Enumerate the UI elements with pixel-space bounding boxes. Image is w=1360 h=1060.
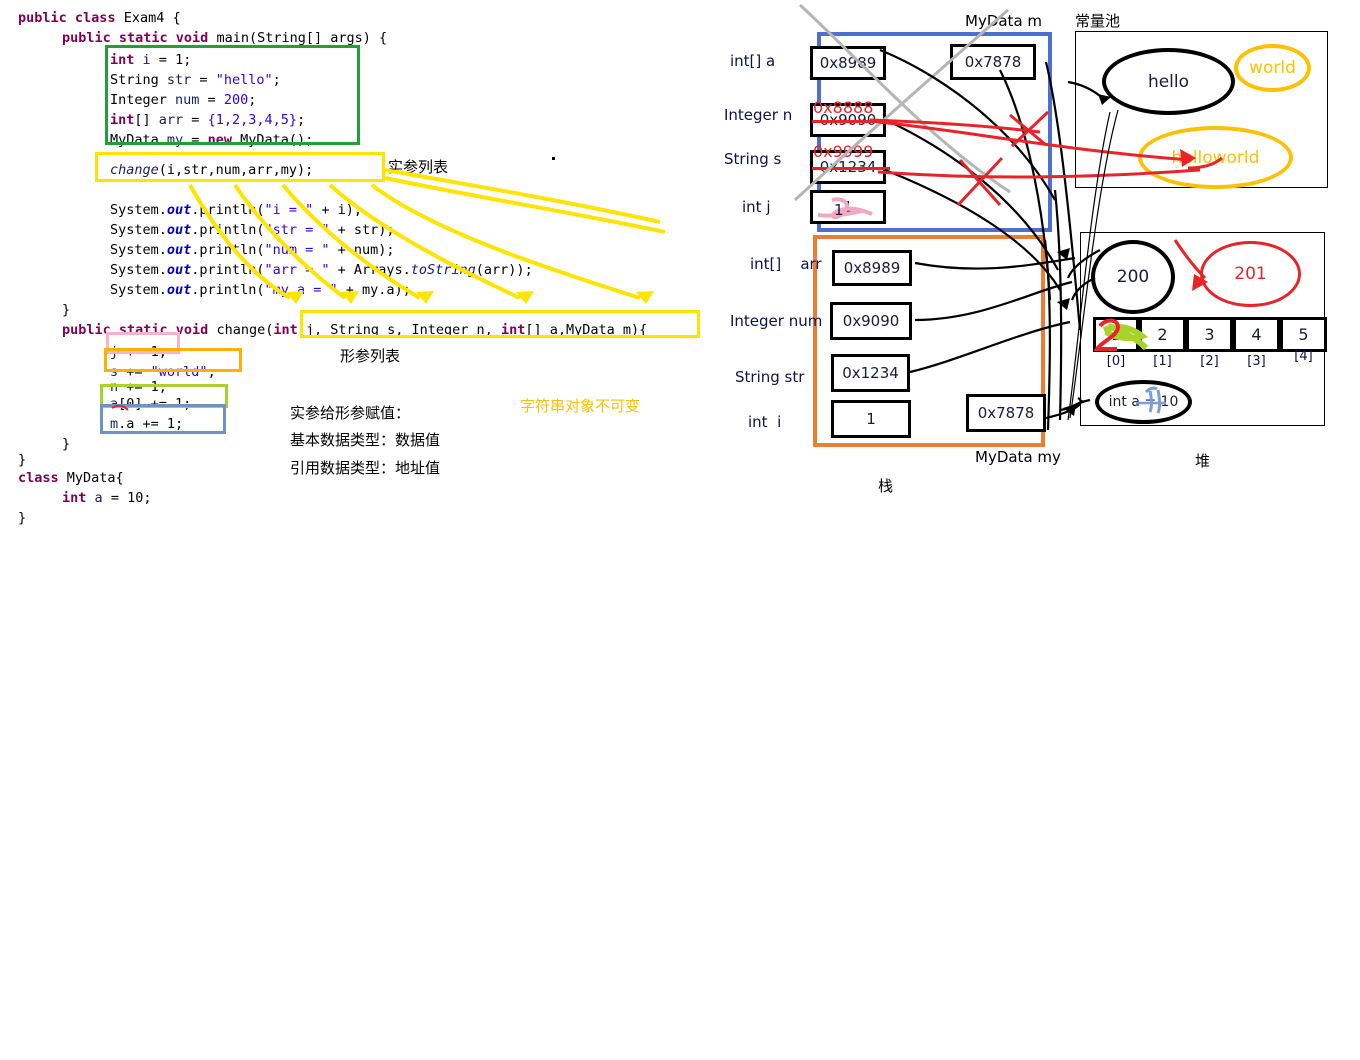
- code-line: }: [62, 302, 71, 318]
- array-index-2: [2]: [1200, 354, 1219, 369]
- var-label-integer-num: Integer num: [730, 312, 823, 330]
- code-line: Integer num = 200;: [110, 92, 257, 108]
- annotation-string-immutable: 字符串对象不可变: [520, 397, 641, 415]
- slot-a-value: 0x8989: [810, 46, 886, 80]
- heap-integer-201: 201: [1200, 241, 1301, 307]
- slot-n-new-value: 0x8888: [813, 98, 874, 117]
- code-line: System.out.println("i = " + i);: [110, 202, 363, 218]
- array-cell-1: 2: [1139, 317, 1186, 352]
- code-line: System.out.println("num = " + num);: [110, 242, 395, 258]
- var-label-string-s: String s: [724, 150, 782, 168]
- heap-mydata-object: int a = 10: [1095, 380, 1192, 424]
- heap-integer-200: 200: [1091, 240, 1175, 314]
- memory-model-diagram: MyData m int[] a 0x8989 Integer n 0x9090…: [700, 0, 1360, 605]
- annotation-assign-reference: 引用数据类型：地址值: [290, 459, 441, 477]
- slot-my-value: 0x7878: [966, 394, 1046, 432]
- slot-num-value: 0x9090: [830, 302, 912, 340]
- array-cell-4: 5: [1280, 317, 1327, 352]
- annotation-actual-param-list: 实参列表: [388, 158, 449, 176]
- constant-helloworld: helloworld: [1138, 126, 1293, 189]
- code-line: System.out.println("str = " + str);: [110, 222, 395, 238]
- array-index-4: [4]: [1294, 349, 1313, 364]
- array-cell-2: 3: [1186, 317, 1233, 352]
- code-line: class MyData{: [18, 470, 124, 486]
- code-line: int a = 10;: [62, 490, 152, 506]
- java-code-panel: public class Exam4 { public static void …: [0, 0, 720, 540]
- annotation-assign-primitive: 基本数据类型：数据值: [290, 431, 441, 449]
- code-line: }: [18, 510, 27, 526]
- slot-j-value: 1: [810, 190, 886, 224]
- var-label-int-j: int j: [742, 198, 771, 216]
- array-cell-3: 4: [1233, 317, 1280, 352]
- heap-caption: 堆: [1195, 452, 1211, 470]
- array-index-3: [3]: [1247, 354, 1266, 369]
- annotation-assign-title: 实参给形参赋值：: [290, 404, 411, 422]
- annotation-formal-param-list: 形参列表: [340, 347, 401, 365]
- code-line: j += 1;: [110, 344, 167, 360]
- array-cell-0: 1: [1093, 317, 1139, 352]
- var-label-string-str: String str: [735, 368, 805, 386]
- code-line: change(i,str,num,arr,my);: [110, 162, 314, 178]
- code-line: public static void main(String[] args) {: [62, 30, 388, 46]
- code-line: int[] arr = {1,2,3,4,5};: [110, 112, 306, 128]
- var-label-int-i: int i: [748, 413, 782, 431]
- var-label-int-array-arr: int[] arr: [750, 255, 822, 273]
- code-line: String str = "hello";: [110, 72, 281, 88]
- slot-arr-value: 0x8989: [832, 250, 912, 286]
- var-label-integer-n: Integer n: [724, 106, 793, 124]
- slot-i-value: 1: [831, 400, 911, 438]
- constant-pool-caption: 常量池: [1075, 12, 1121, 30]
- slot-n-strikethrough: [812, 120, 886, 123]
- code-line: }: [18, 452, 27, 468]
- constant-world: world: [1234, 44, 1311, 92]
- var-label-int-array-a: int[] a: [730, 52, 776, 70]
- code-line: public class Exam4 {: [18, 10, 181, 26]
- code-line: }: [62, 436, 71, 452]
- slot-s-strikethrough: [812, 167, 890, 170]
- slot-str-value: 0x1234: [831, 354, 910, 392]
- code-line: a[0] += 1;: [110, 396, 192, 412]
- stack-caption: 栈: [878, 477, 894, 495]
- code-line: int i = 1;: [110, 52, 192, 68]
- change-frame-title: MyData m: [965, 12, 1043, 30]
- slot-s-new-value: 0x9999: [813, 142, 874, 161]
- code-line: System.out.println("my.a = " + my.a);: [110, 282, 411, 298]
- slot-m-value: 0x7878: [950, 44, 1036, 80]
- code-line: m.a += 1;: [110, 416, 184, 432]
- code-line: MyData my = new MyData();: [110, 132, 314, 148]
- code-line: System.out.println("arr = " + Arrays.toS…: [110, 262, 533, 278]
- constant-hello: hello: [1102, 48, 1235, 115]
- array-index-0: [0]: [1106, 354, 1126, 369]
- stray-dot: [552, 157, 555, 160]
- code-line: public static void change(int j, String …: [62, 322, 648, 338]
- main-frame-title: MyData my: [975, 448, 1061, 466]
- array-index-1: [1]: [1153, 354, 1172, 369]
